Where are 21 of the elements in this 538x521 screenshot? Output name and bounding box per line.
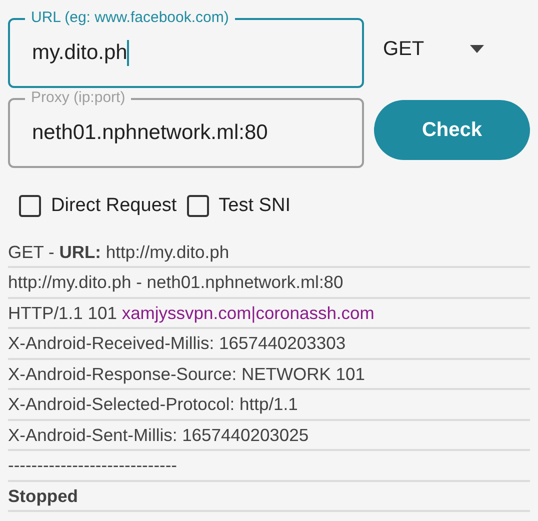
log-line: HTTP/1.1 101 xamjyssvpn.com|coronassh.com [8,302,374,325]
url-value: my.dito.ph [32,40,128,66]
method-dropdown[interactable]: GET [374,19,504,79]
log-line: X-Android-Response-Source: NETWORK 101 [8,362,365,386]
log-line: GET - URL: http://my.dito.ph [8,240,230,264]
log-line: http://my.dito.ph - neth01.nphnetwork.ml:80 [8,271,344,294]
proxy-value: neth01.nphnetwork.ml:80 [32,120,268,146]
checkbox-option[interactable]: Test SNI [186,192,290,220]
check-button[interactable]: Check [374,100,530,160]
checkbox[interactable] [186,195,209,218]
checkbox[interactable] [19,195,41,218]
text-cursor [127,40,130,66]
checkbox-option[interactable]: Direct Request [19,192,177,220]
log-line: X-Android-Sent-Millis: 1657440203025 [8,424,309,447]
url-field-label: URL (eg: www.facebook.com) [25,9,235,27]
log-line: ----------------------------- [8,454,178,478]
log-line: X-Android-Received-Millis: 1657440203303 [8,332,346,356]
proxy-field-label: Proxy (ip:port) [25,89,132,107]
dropdown-caret-icon [470,45,484,53]
log-line: X-Android-Selected-Protocol: http/1.1 [8,393,298,416]
log-line: Stopped [8,484,78,508]
